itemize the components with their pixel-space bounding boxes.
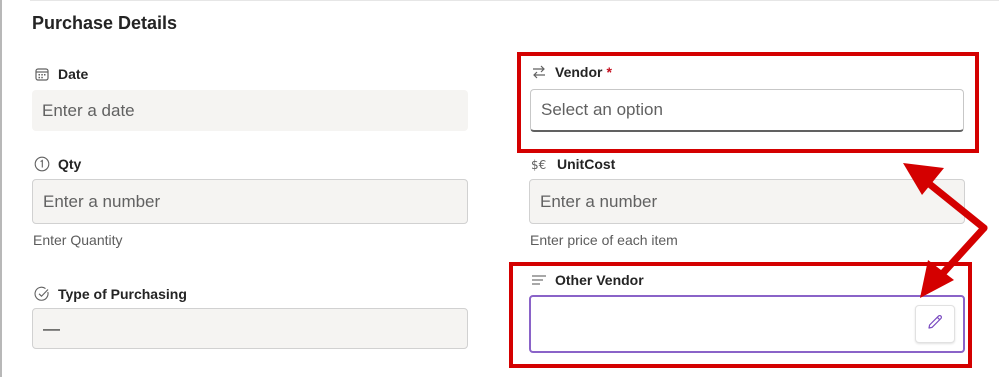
arrow-to-vendor [903,163,988,232]
annotation-arrows [903,163,988,298]
arrow-to-other-vendor [920,224,988,298]
purchase-details-form: Purchase Details Date Enter a date Vendo… [0,0,999,377]
